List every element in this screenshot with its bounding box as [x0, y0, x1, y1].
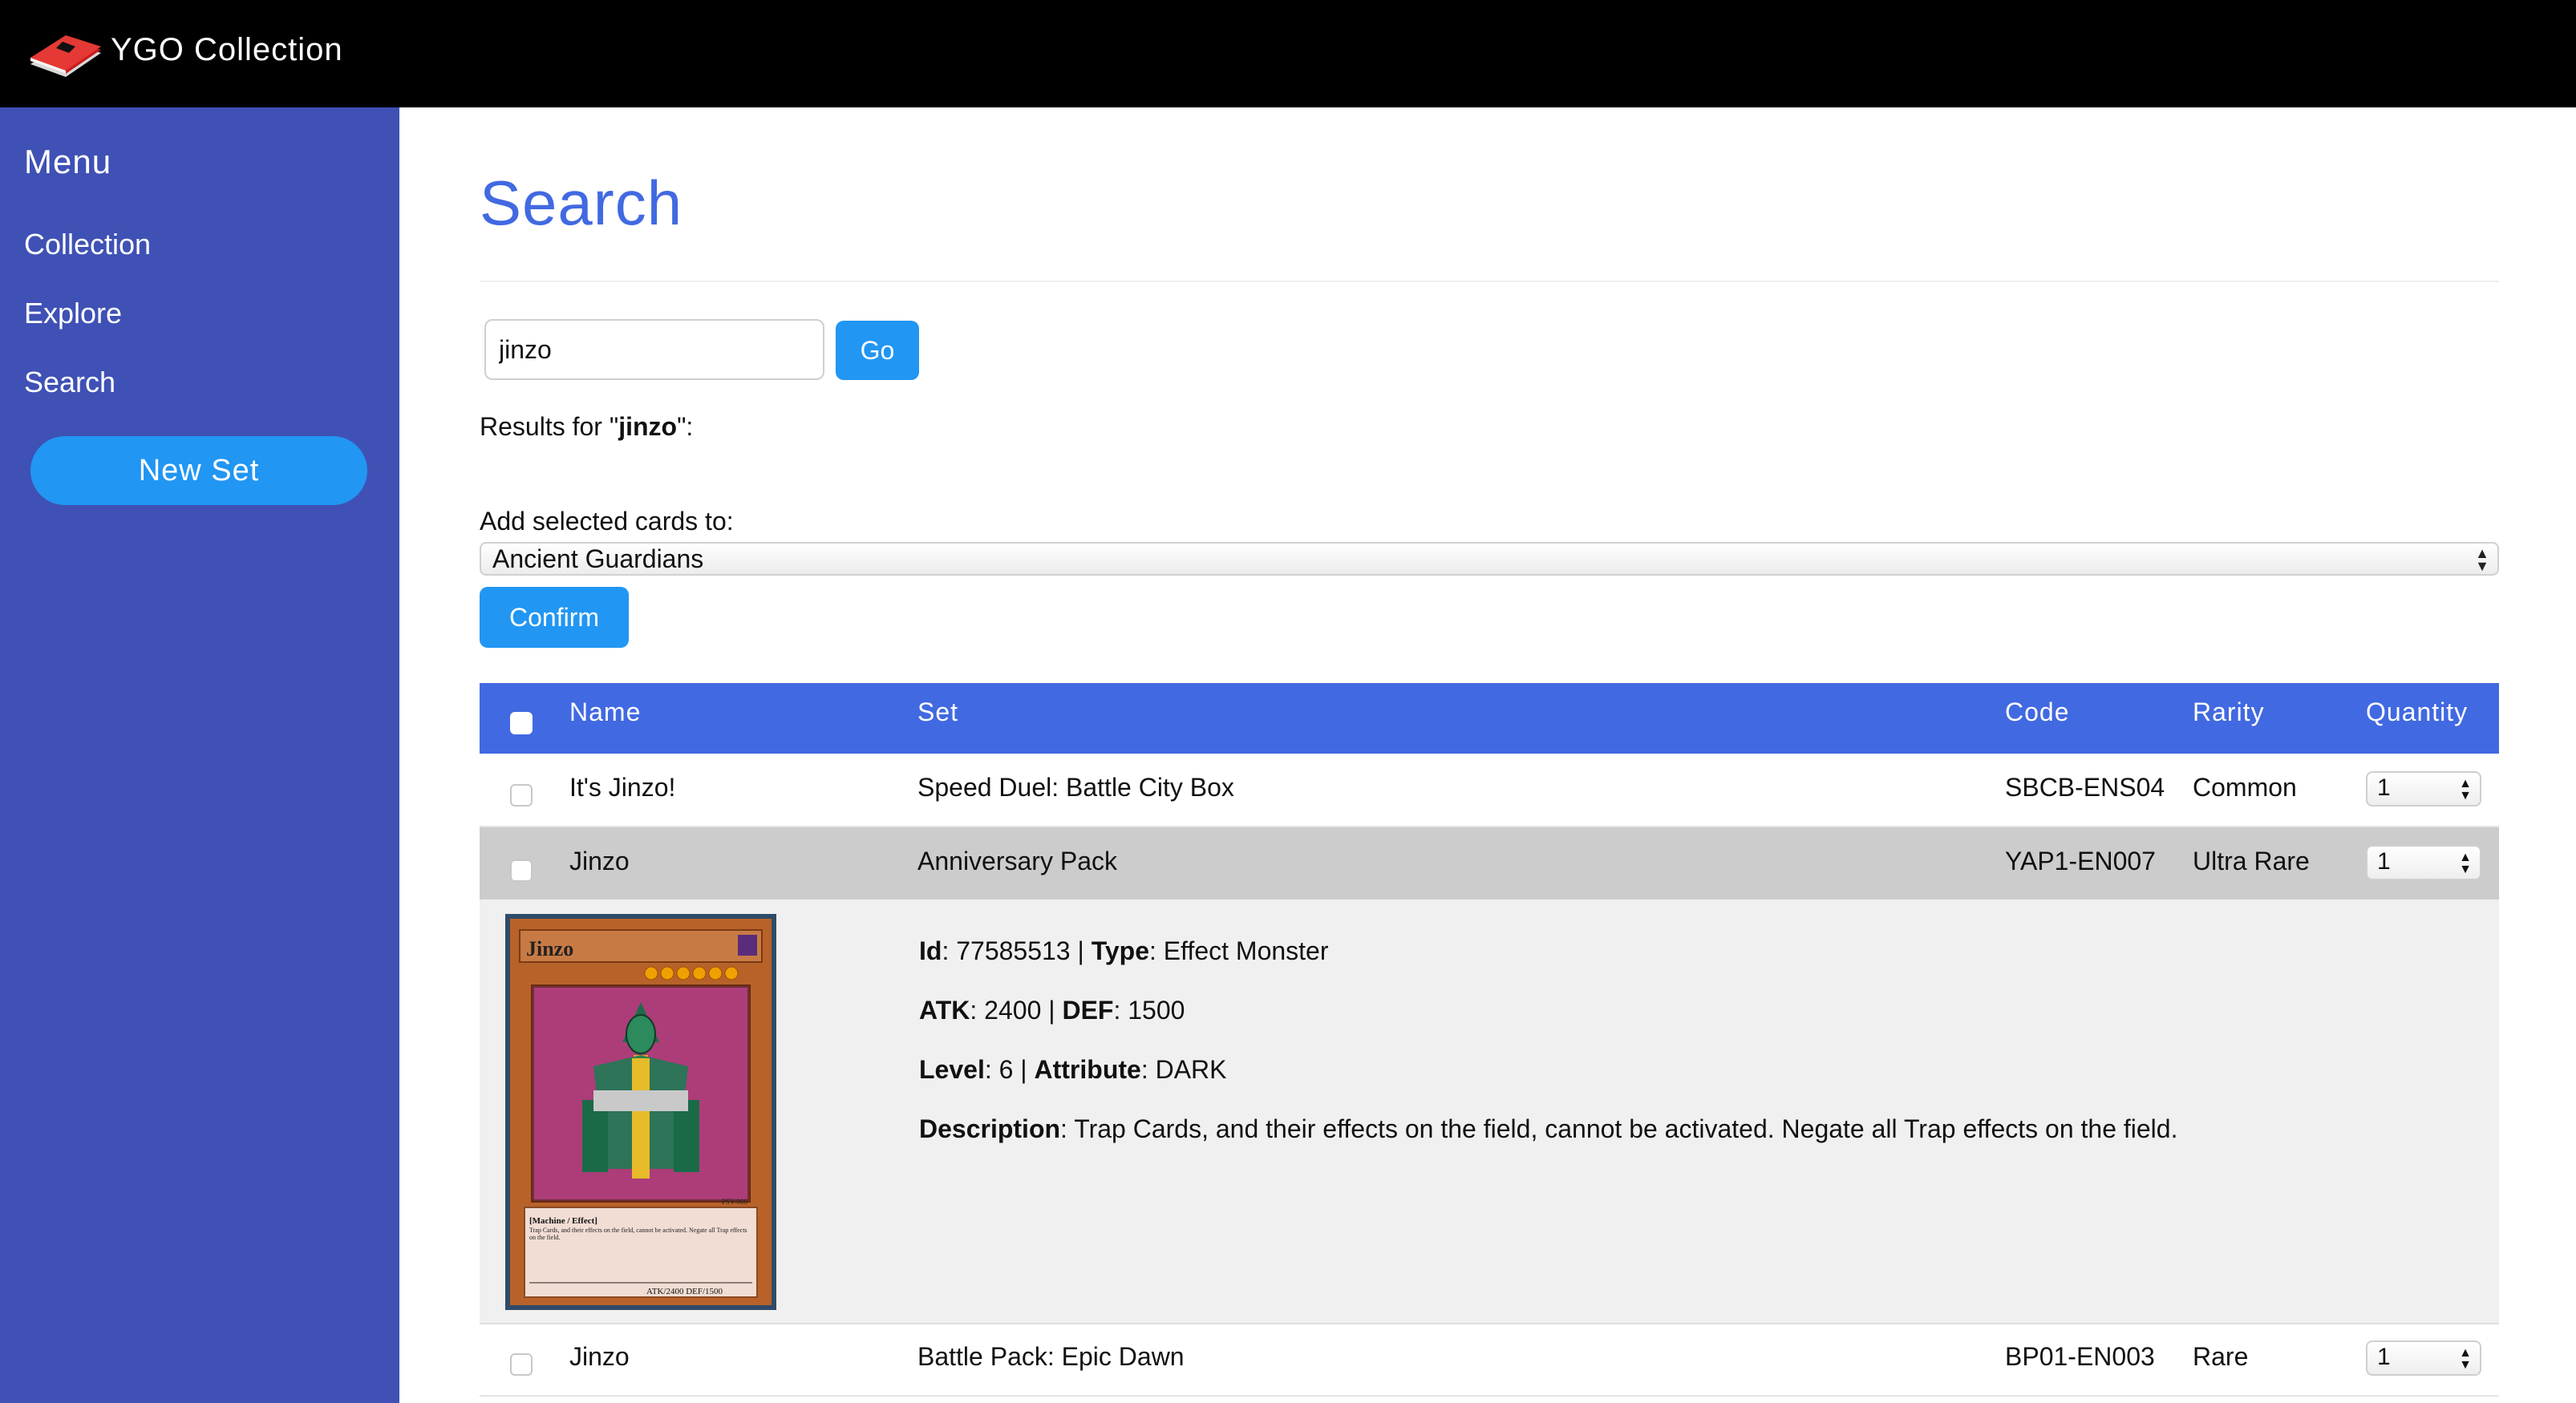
sidebar: Menu Collection Explore Search New Set	[0, 107, 399, 1403]
card-image-set-code: PSV-000	[722, 1198, 748, 1206]
quantity-select[interactable]: 1 ▲ ▼	[2366, 1340, 2481, 1376]
updown-arrows-icon: ▲ ▼	[2459, 1346, 2472, 1372]
confirm-button[interactable]: Confirm	[480, 587, 629, 648]
card-image-text: Trap Cards, and their effects on the fie…	[529, 1227, 747, 1241]
results-prefix: Results for "	[480, 412, 619, 441]
card-rarity: Common	[2193, 773, 2297, 802]
card-stack-logo-icon[interactable]	[24, 29, 104, 79]
detail-attribute: DARK	[1155, 1055, 1227, 1084]
detail-level: 6	[998, 1055, 1014, 1084]
detail-id-type: Id: 77585513 | Type: Effect Monster	[919, 936, 1329, 965]
search-input[interactable]	[484, 319, 824, 380]
detail-atk-label: ATK	[919, 996, 970, 1025]
detail-level-label: Level	[919, 1055, 985, 1084]
page-title: Search	[480, 168, 683, 238]
table-row[interactable]: Jinzo Battle Pack: Epic Dawn BP01-EN003 …	[480, 1323, 2499, 1397]
quantity-select[interactable]: 1 ▲ ▼	[2366, 845, 2481, 880]
detail-def-label: DEF	[1062, 996, 1114, 1025]
detail-id-label: Id	[919, 936, 942, 965]
card-set: Anniversary Pack	[917, 847, 1117, 875]
detail-description-text: Trap Cards, and their effects on the fie…	[1074, 1114, 2178, 1143]
results-query: jinzo	[618, 412, 678, 441]
detail-atk-def: ATK: 2400 | DEF: 1500	[919, 996, 1185, 1025]
updown-arrows-icon: ▲ ▼	[2459, 851, 2472, 876]
card-code: YAP1-EN007	[2005, 847, 2156, 875]
header-quantity[interactable]: Quantity	[2366, 697, 2468, 727]
card-image-name: Jinzo	[526, 937, 573, 960]
card-code: SBCB-ENS04	[2005, 773, 2165, 802]
menu-heading: Menu	[24, 143, 112, 180]
row-checkbox[interactable]	[510, 1353, 533, 1376]
add-to-set-label: Add selected cards to:	[480, 507, 734, 536]
go-button[interactable]: Go	[836, 321, 919, 380]
detail-type-label: Type	[1091, 936, 1149, 965]
title-divider	[480, 281, 2499, 282]
detail-id: 77585513	[956, 936, 1071, 965]
updown-arrows-icon: ▲ ▼	[2459, 777, 2472, 803]
card-name: Jinzo	[569, 1342, 630, 1371]
row-checkbox[interactable]	[510, 784, 533, 807]
quantity-value: 1	[2377, 774, 2391, 801]
detail-level-attribute: Level: 6 | Attribute: DARK	[919, 1055, 1227, 1084]
set-select[interactable]: Ancient Guardians ▲ ▼	[480, 542, 2499, 576]
card-rarity: Ultra Rare	[2193, 847, 2310, 875]
card-image-stats: ATK/2400 DEF/1500	[646, 1287, 723, 1296]
detail-def: 1500	[1128, 996, 1185, 1025]
detail-atk: 2400	[984, 996, 1042, 1025]
card-rarity: Rare	[2193, 1342, 2249, 1371]
detail-description-label: Description	[919, 1114, 1061, 1143]
quantity-value: 1	[2377, 848, 2391, 875]
detail-description: Description: Trap Cards, and their effec…	[919, 1114, 2178, 1143]
header-rarity[interactable]: Rarity	[2193, 697, 2265, 727]
card-name: It's Jinzo!	[569, 773, 676, 802]
table-header: Name Set Code Rarity Quantity	[480, 683, 2499, 754]
header-set[interactable]: Set	[917, 697, 958, 727]
updown-arrows-icon: ▲ ▼	[2475, 545, 2489, 574]
row-checkbox[interactable]	[510, 859, 533, 882]
header-code[interactable]: Code	[2005, 697, 2070, 727]
quantity-value: 1	[2377, 1344, 2391, 1370]
app-title[interactable]: YGO Collection	[111, 32, 343, 68]
new-set-button[interactable]: New Set	[30, 436, 367, 505]
select-all-checkbox[interactable]	[510, 712, 533, 734]
table-row[interactable]: It's Jinzo! Speed Duel: Battle City Box …	[480, 754, 2499, 827]
card-image-type-line: [Machine / Effect]	[529, 1216, 597, 1226]
detail-type: Effect Monster	[1163, 936, 1329, 965]
card-set: Battle Pack: Epic Dawn	[917, 1342, 1185, 1371]
sidebar-item-search[interactable]: Search	[24, 366, 115, 399]
main-content: Search Go Results for "jinzo": Add selec…	[399, 107, 2576, 1403]
sidebar-item-collection[interactable]: Collection	[24, 228, 151, 261]
results-heading: Results for "jinzo":	[480, 412, 693, 442]
card-detail-panel: Jinzo [Machine / Effect] Trap Cards, and…	[480, 900, 2499, 1324]
table-row-selected[interactable]: Jinzo Anniversary Pack YAP1-EN007 Ultra …	[480, 827, 2499, 900]
quantity-select[interactable]: 1 ▲ ▼	[2366, 771, 2481, 807]
header-name[interactable]: Name	[569, 697, 641, 727]
set-select-value: Ancient Guardians	[492, 544, 704, 573]
card-set: Speed Duel: Battle City Box	[917, 773, 1234, 802]
detail-attribute-label: Attribute	[1034, 1055, 1141, 1084]
card-code: BP01-EN003	[2005, 1342, 2155, 1371]
card-image: Jinzo [Machine / Effect] Trap Cards, and…	[505, 914, 776, 1310]
top-bar: YGO Collection	[0, 0, 2576, 107]
results-suffix: ":	[677, 412, 694, 441]
card-name: Jinzo	[569, 847, 630, 875]
sidebar-item-explore[interactable]: Explore	[24, 297, 122, 330]
